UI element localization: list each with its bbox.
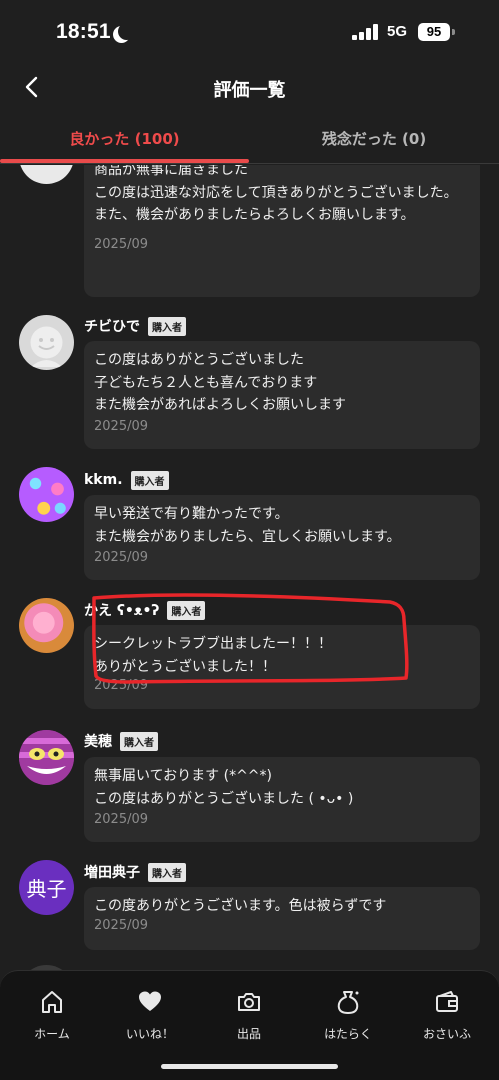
review-bubble: この度ありがとうございます。色は被らずです 2025/09 bbox=[84, 887, 480, 950]
review-text: この度ありがとうございます。色は被らずです bbox=[94, 898, 387, 914]
review-date: 2025/09 bbox=[94, 550, 149, 565]
reviewer-row: チビひで 購入者 bbox=[84, 315, 186, 337]
review-text: この度はありがとうございました 子どもたち２人とも喜んでおります また機会があれ… bbox=[94, 352, 346, 413]
nav-label: いいね！ bbox=[125, 1027, 174, 1041]
reviewer-row: 増田典子 購入者 bbox=[84, 861, 186, 883]
avatar-initials: 典子 bbox=[26, 877, 67, 901]
camera-icon bbox=[238, 993, 260, 1011]
buyer-badge: 購入者 bbox=[148, 862, 186, 882]
avatar[interactable] bbox=[19, 467, 74, 522]
tab-bad[interactable]: 残念だった (0) bbox=[249, 114, 499, 164]
battery-level: 95 bbox=[426, 24, 442, 39]
nav-work[interactable]: はたらく bbox=[298, 985, 398, 1042]
review-text: 無事届いております (*^^*) この度はありがとうございました ( •ᴗ• ) bbox=[94, 768, 354, 807]
nav-label: 出品 bbox=[236, 1027, 261, 1041]
signal-icon bbox=[352, 24, 380, 40]
battery-icon: 95 bbox=[418, 23, 450, 41]
review-date: 2025/09 bbox=[94, 812, 149, 827]
default-avatar-icon bbox=[30, 326, 63, 367]
reviewer-name[interactable]: kkm. bbox=[84, 472, 123, 488]
review-date: 2025/09 bbox=[94, 236, 149, 252]
cat-avatar-icon bbox=[19, 730, 74, 785]
active-tab-indicator bbox=[0, 159, 249, 163]
home-indicator[interactable] bbox=[161, 1064, 338, 1069]
review-bubble: 無事届いております (*^^*) この度はありがとうございました ( •ᴗ• )… bbox=[84, 757, 480, 842]
review-date: 2025/09 bbox=[94, 418, 149, 434]
status-bar: 18:51 5G 95 bbox=[0, 0, 499, 62]
tab-good[interactable]: 良かった (100) bbox=[0, 114, 249, 164]
avatar[interactable]: 典子 bbox=[19, 860, 74, 915]
buyer-badge: 購入者 bbox=[130, 470, 169, 490]
avatar[interactable] bbox=[19, 730, 74, 785]
nav-label: おさいふ bbox=[422, 1027, 471, 1041]
annotation-highlight bbox=[92, 593, 409, 684]
wallet-icon bbox=[436, 991, 458, 1012]
status-time: 18:51 bbox=[56, 20, 111, 43]
battery-tip bbox=[452, 29, 455, 35]
nav-sell[interactable]: 出品 bbox=[199, 985, 299, 1042]
reviewer-row: 美穂 購入者 bbox=[84, 730, 158, 752]
moon-icon bbox=[118, 23, 135, 40]
buyer-badge: 購入者 bbox=[120, 731, 158, 751]
nav-home[interactable]: ホーム bbox=[2, 985, 102, 1042]
money-bag-icon bbox=[337, 991, 359, 1014]
home-icon bbox=[42, 991, 62, 1013]
review-bubble: この度はありがとうございました 子どもたち２人とも喜んでおります また機会があれ… bbox=[84, 341, 480, 449]
avatar[interactable] bbox=[19, 598, 74, 653]
review-date: 2025/09 bbox=[94, 917, 149, 933]
page-title: 評価一覧 bbox=[213, 80, 286, 101]
review-text: 商品が無事に届きました この度は迅速な対応をして頂きありがとうございました。 ま… bbox=[94, 165, 458, 223]
review-text: 早い発送で有り難かったです。 また機会がありましたら、宜しくお願いします。 bbox=[94, 506, 401, 545]
reviewer-name[interactable]: 美穂 bbox=[84, 731, 112, 751]
avatar[interactable] bbox=[19, 315, 74, 370]
review-bubble: 早い発送で有り難かったです。 また機会がありましたら、宜しくお願いします。 20… bbox=[84, 495, 480, 580]
reviewer-row: kkm. 購入者 bbox=[84, 469, 169, 491]
reviewer-name[interactable]: チビひで bbox=[84, 316, 140, 336]
reviewer-name[interactable]: 増田典子 bbox=[84, 862, 140, 882]
nav-likes[interactable]: いいね！ bbox=[100, 985, 200, 1042]
heart-icon bbox=[139, 991, 161, 1011]
header: 評価一覧 bbox=[0, 62, 499, 114]
nav-wallet[interactable]: おさいふ bbox=[397, 985, 497, 1042]
network-type: 5G bbox=[387, 23, 408, 40]
nav-label: はたらく bbox=[324, 1027, 372, 1041]
review-list[interactable]: 商品が無事に届きました この度は迅速な対応をして頂きありがとうございました。 ま… bbox=[0, 165, 499, 970]
tab-bar: 良かった (100) 残念だった (0) bbox=[0, 114, 499, 164]
review-bubble: 商品が無事に届きました この度は迅速な対応をして頂きありがとうございました。 ま… bbox=[84, 165, 480, 297]
nav-label: ホーム bbox=[34, 1027, 70, 1041]
buyer-badge: 購入者 bbox=[148, 316, 186, 336]
avatar bbox=[19, 165, 74, 184]
